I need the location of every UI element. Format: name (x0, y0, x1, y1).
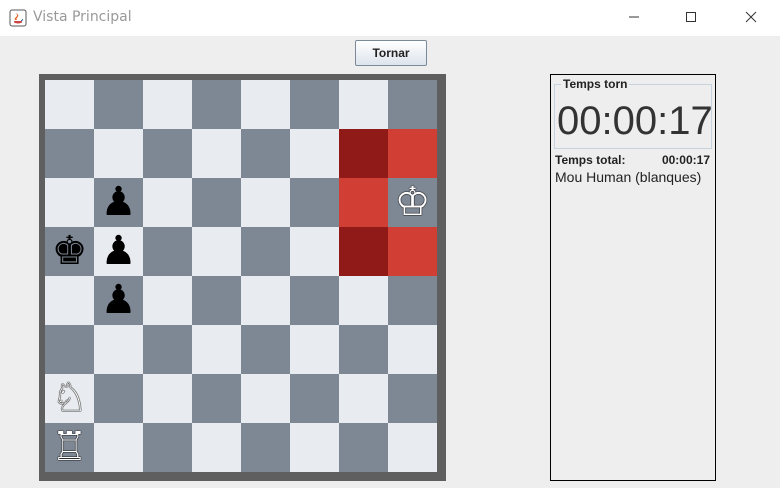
board-square[interactable] (45, 178, 94, 227)
title-bar: Vista Principal (0, 0, 780, 36)
board-square[interactable] (339, 80, 388, 129)
total-time-label: Temps total: (555, 153, 626, 167)
board-square[interactable] (241, 129, 290, 178)
turn-time-value: 00:00:17 (557, 99, 713, 143)
board-square[interactable] (241, 423, 290, 472)
board-square[interactable] (339, 227, 388, 276)
window-title: Vista Principal (33, 9, 132, 25)
board-square[interactable] (94, 423, 143, 472)
board-square[interactable] (192, 276, 241, 325)
board-square[interactable] (388, 227, 437, 276)
board-square[interactable] (192, 129, 241, 178)
board-square[interactable] (241, 374, 290, 423)
white-king-icon[interactable]: ♔ (395, 178, 431, 227)
board-square[interactable] (388, 276, 437, 325)
board-square[interactable] (290, 276, 339, 325)
close-icon (745, 11, 757, 23)
board-square[interactable] (388, 374, 437, 423)
board-square[interactable]: ♟ (94, 276, 143, 325)
board-square[interactable] (388, 325, 437, 374)
board-square[interactable] (339, 276, 388, 325)
board-square[interactable]: ♘ (45, 374, 94, 423)
board-square[interactable] (143, 129, 192, 178)
board-square[interactable] (143, 423, 192, 472)
board-square[interactable] (192, 227, 241, 276)
board-square[interactable] (94, 80, 143, 129)
board-square[interactable]: ♔ (388, 178, 437, 227)
chess-board: ♟ ♔ ♚ ♟ ♟ ♘ ♖ (45, 80, 437, 472)
white-rook-icon[interactable]: ♖ (52, 423, 88, 472)
board-square[interactable] (290, 178, 339, 227)
turn-time-group: Temps torn 00:00:17 (554, 77, 713, 149)
board-square[interactable] (143, 276, 192, 325)
board-square[interactable] (192, 423, 241, 472)
board-square[interactable] (192, 325, 241, 374)
main-window: Vista Principal Tornar ♟ ♔ ♚ ♟ ♟ ♘ ♖ Temps tor… (0, 0, 780, 488)
board-square[interactable]: ♟ (94, 227, 143, 276)
board-square[interactable] (45, 325, 94, 374)
board-square[interactable] (290, 325, 339, 374)
board-square[interactable] (192, 80, 241, 129)
black-king-icon[interactable]: ♚ (52, 227, 88, 276)
close-button[interactable] (727, 0, 775, 34)
board-square[interactable] (45, 80, 94, 129)
board-square[interactable] (94, 129, 143, 178)
info-panel: Temps torn 00:00:17 Temps total: 00:00:1… (550, 74, 716, 481)
board-square[interactable]: ♖ (45, 423, 94, 472)
back-button[interactable]: Tornar (355, 40, 427, 66)
board-square[interactable] (290, 227, 339, 276)
board-square[interactable] (388, 129, 437, 178)
board-square[interactable] (241, 227, 290, 276)
black-pawn-icon[interactable]: ♟ (101, 227, 137, 276)
board-square[interactable] (290, 374, 339, 423)
board-square[interactable]: ♟ (94, 178, 143, 227)
board-square[interactable] (143, 80, 192, 129)
board-square[interactable] (143, 227, 192, 276)
black-pawn-icon[interactable]: ♟ (101, 178, 137, 227)
board-square[interactable]: ♚ (45, 227, 94, 276)
board-square[interactable] (143, 178, 192, 227)
board-square[interactable] (192, 178, 241, 227)
board-square[interactable] (143, 374, 192, 423)
turn-time-label: Temps torn (561, 77, 630, 91)
maximize-button[interactable] (667, 0, 715, 34)
board-square[interactable] (290, 80, 339, 129)
white-knight-icon[interactable]: ♘ (52, 374, 88, 423)
current-player: Mou Human (blanques) (555, 169, 702, 185)
board-square[interactable] (94, 325, 143, 374)
board-square[interactable] (290, 129, 339, 178)
board-square[interactable] (388, 80, 437, 129)
minimize-icon (629, 16, 639, 18)
board-square[interactable] (94, 374, 143, 423)
board-square[interactable] (241, 325, 290, 374)
board-square[interactable] (339, 374, 388, 423)
chess-board-frame: ♟ ♔ ♚ ♟ ♟ ♘ ♖ (39, 74, 446, 481)
minimize-button[interactable] (610, 0, 658, 34)
black-pawn-icon[interactable]: ♟ (101, 276, 137, 325)
board-square[interactable] (290, 423, 339, 472)
board-square[interactable] (339, 325, 388, 374)
board-square[interactable] (241, 80, 290, 129)
board-square[interactable] (143, 325, 192, 374)
board-square[interactable] (339, 129, 388, 178)
board-square[interactable] (339, 178, 388, 227)
board-square[interactable] (192, 374, 241, 423)
total-time-value: 00:00:17 (661, 153, 710, 167)
board-square[interactable] (388, 423, 437, 472)
maximize-icon (686, 12, 696, 22)
board-square[interactable] (241, 276, 290, 325)
java-app-icon (9, 9, 27, 27)
board-square[interactable] (45, 129, 94, 178)
board-square[interactable] (241, 178, 290, 227)
board-square[interactable] (339, 423, 388, 472)
board-square[interactable] (45, 276, 94, 325)
